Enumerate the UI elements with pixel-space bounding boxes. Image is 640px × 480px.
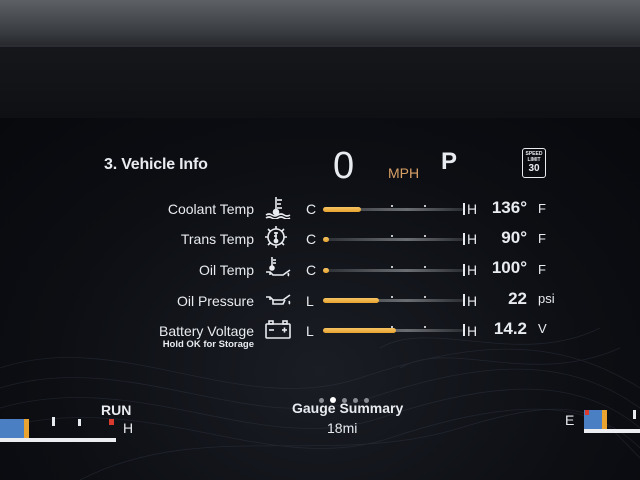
left-gauge-tick [52,417,55,426]
gauge-fill [323,268,329,273]
gauge-track [323,294,465,306]
battery-icon [265,320,291,339]
gauge-label: Oil Temp [199,262,254,278]
bezel-hood [0,45,640,127]
gauge-label: Battery Voltage [159,323,254,339]
gauge-unit: F [538,201,546,216]
speed-limit-sign: SPEED LIMIT 30 [522,148,546,178]
gauge-value: 14.2 [493,319,527,338]
run-label: RUN [101,402,132,418]
gauge-track [323,233,465,245]
gauge-value: 22 [508,289,527,308]
gauge-high-label: H [467,262,478,278]
gauge-label: Trans Temp [180,231,254,247]
gear-indicator: P [441,148,458,175]
gauge-high-label: H [467,201,478,217]
left-gauge-tick [78,419,81,426]
gauge-low-label: C [306,201,317,217]
gauge-fill [323,207,361,212]
gauge-label: Coolant Temp [167,201,254,217]
gauge-high-label: H [467,323,478,339]
gauge-track [323,203,465,215]
gauge-low-label: L [306,323,314,339]
coolant-temperature-icon [265,197,291,219]
right-gauge-base [584,429,640,433]
gauge-unit: V [538,321,547,336]
left-gauge-warning-mark [109,419,114,425]
gauge-summary-label: Gauge Summary [292,400,404,416]
gauge-value: 136° [491,198,527,217]
gauge-fill [323,328,396,333]
gauge-track [323,264,465,276]
gauge-high-label: H [467,293,478,309]
battery-storage-hint: Hold OK for Storage [162,339,254,350]
right-gauge-end-label: E [565,412,575,428]
trip-distance: 18mi [327,420,358,436]
left-gauge-marker [24,419,29,439]
speed-readout: 0 [333,145,355,187]
gauge-value: 100° [491,258,527,277]
gauge-track [323,324,465,336]
speed-limit-value: 30 [528,163,540,174]
speed-limit-label: SPEED LIMIT [525,151,543,163]
transmission-temperature-icon [265,226,287,248]
gauge-unit: F [538,231,546,246]
right-gauge-tick [633,410,636,419]
oil-pressure-icon [266,294,291,305]
right-gauge-warning-mark [585,410,589,415]
gauge-low-label: C [306,231,317,247]
page-title: 3. Vehicle Info [104,156,208,173]
gauge-low-label: C [306,262,317,278]
left-gauge-end-label: H [123,420,134,436]
gauge-unit: F [538,262,546,277]
gauge-unit: psi [538,291,555,306]
gauge-label: Oil Pressure [176,293,254,309]
oil-temperature-icon [266,257,291,277]
left-gauge-base [0,438,116,442]
gauge-fill [323,298,379,303]
gauge-low-label: L [306,293,314,309]
gauge-fill [323,237,329,242]
speed-unit: MPH [388,165,420,181]
right-gauge-marker [602,410,607,430]
gauge-value: 90° [501,228,527,247]
gauge-high-label: H [467,231,478,247]
